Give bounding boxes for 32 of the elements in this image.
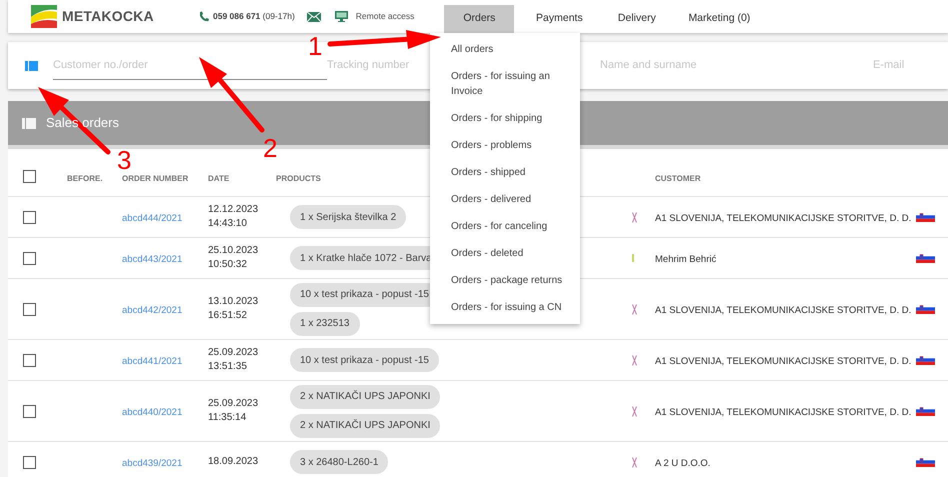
customer-name: Mehrim Behrić xyxy=(655,254,716,265)
customer-name: A1 SLOVENIJA, TELEKOMUNIKACIJSKE STORITVE, D. D. xyxy=(655,356,912,367)
column-header: ORDER NUMBER xyxy=(122,174,188,182)
annotation-number: 2 xyxy=(263,135,278,161)
order-date: 18.09.2023 xyxy=(208,455,260,469)
order-time: 13:51:35 xyxy=(208,360,248,374)
order-time: 11:35:14 xyxy=(208,411,248,425)
phone-number: 059 086 671 (09-17h) xyxy=(213,10,295,23)
order-time: 10:50:32 xyxy=(208,258,248,272)
order-date: 25.09.2023 xyxy=(208,346,260,360)
order-date: 12.12.2023 xyxy=(208,203,260,217)
order-date: 13.10.2023 xyxy=(208,295,260,309)
logo-text: METAKOCKA xyxy=(62,7,154,26)
column-header: PRODUCTS xyxy=(276,174,321,182)
column-header: DATE xyxy=(208,174,230,182)
column-header: BEFORE. xyxy=(67,174,103,182)
customer-name: A1 SLOVENIJA, TELEKOMUNIKACIJSKE STORITVE, D. D. xyxy=(655,407,912,418)
customer-name: A1 SLOVENIJA, TELEKOMUNIKACIJSKE STORITVE, D. D. xyxy=(655,305,912,316)
product-chip: 3 x 26480-L260-1 xyxy=(290,450,388,474)
order-time: 16:51:52 xyxy=(208,309,248,323)
product-chip: 2 x NATIKAČI UPS JAPONKI xyxy=(290,384,440,408)
column-header: CUSTOMER xyxy=(655,174,701,182)
order-date: 25.10.2023 xyxy=(208,244,260,258)
product-chip: 1 x 232513 xyxy=(290,312,360,336)
customer-name: A1 SLOVENIJA, TELEKOMUNIKACIJSKE STORITVE, D. D. xyxy=(655,213,912,224)
product-chip: 2 x NATIKAČI UPS JAPONKI xyxy=(290,414,440,438)
order-date: 25.09.2023 xyxy=(208,397,260,411)
customer-name: A 2 U D.O.O. xyxy=(655,458,710,469)
product-chip: 1 x Serijska številka 2 xyxy=(290,205,406,229)
order-time: 14:43:10 xyxy=(208,217,248,231)
annotation-number: 3 xyxy=(117,147,132,173)
product-chip: 10 x test prikaza - popust -15 xyxy=(290,348,439,372)
